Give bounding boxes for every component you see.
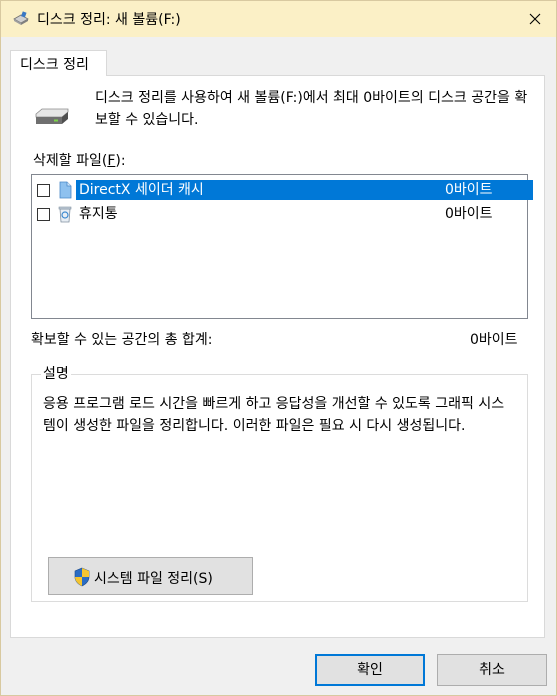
file-row-directx-shader-cache[interactable]: DirectX 세이더 캐시 0바이트: [32, 178, 533, 202]
tab-label: 디스크 정리: [20, 57, 89, 73]
close-button[interactable]: [515, 1, 555, 37]
file-row-recycle-bin[interactable]: 휴지통 0바이트: [32, 202, 527, 226]
window-title: 디스크 정리: 새 볼륨(F:): [37, 12, 181, 28]
description-legend: 설명: [41, 363, 71, 383]
drive-icon: [35, 108, 69, 124]
intro-text: 디스크 정리를 사용하여 새 볼륨(F:)에서 최대 0바이트의 디스크 공간을…: [95, 90, 528, 128]
ok-button[interactable]: 확인: [315, 654, 425, 686]
cancel-button[interactable]: 취소: [437, 654, 547, 686]
file-size: 0바이트: [445, 180, 533, 200]
files-to-delete-label: 삭제할 파일(F):: [33, 150, 126, 170]
files-label-prefix: 삭제할 파일(: [33, 153, 108, 169]
files-to-delete-list[interactable]: DirectX 세이더 캐시 0바이트 휴지통 0바이트: [31, 174, 533, 319]
file-checkbox[interactable]: [37, 184, 50, 197]
uac-shield-icon: [74, 567, 90, 587]
files-label-suffix: ):: [115, 153, 126, 169]
disk-cleanup-dialog: 디스크 정리: 새 볼륨(F:) 디스크 정리 디스크 정리를 사용하여 새 볼…: [0, 0, 557, 696]
file-name: 휴지통: [79, 206, 118, 222]
file-icon: [59, 181, 72, 199]
recycle-bin-icon: [58, 206, 72, 223]
title-bar[interactable]: 디스크 정리: 새 볼륨(F:): [1, 1, 556, 37]
total-space-value: 0바이트: [470, 332, 518, 348]
cleanup-system-files-button[interactable]: 시스템 파일 정리(S): [48, 557, 253, 595]
description-text: 응용 프로그램 로드 시간을 빠르게 하고 응답성을 개선할 수 있도록 그래픽…: [43, 396, 505, 434]
tab-disk-cleanup[interactable]: 디스크 정리: [10, 50, 107, 76]
total-space-label: 확보할 수 있는 공간의 총 합계:: [31, 332, 213, 348]
file-checkbox[interactable]: [37, 208, 50, 221]
cleanup-system-files-label: 시스템 파일 정리(S): [94, 571, 213, 587]
close-icon: [529, 13, 541, 25]
disk-cleanup-icon: [13, 11, 29, 25]
file-name: DirectX 세이더 캐시: [76, 180, 454, 200]
file-size: 0바이트: [445, 206, 493, 222]
